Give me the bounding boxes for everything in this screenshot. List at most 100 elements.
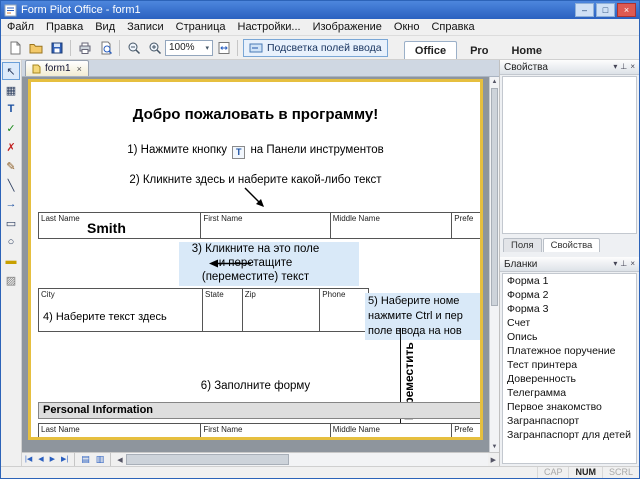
vertical-scrollbar[interactable]: ▲ ▼ bbox=[489, 77, 499, 452]
panel-close-icon[interactable]: × bbox=[630, 258, 635, 270]
state-field[interactable]: State bbox=[203, 289, 243, 331]
horizontal-scrollbar[interactable]: ◀ ▶ bbox=[114, 453, 499, 466]
phone-field[interactable]: Phone bbox=[320, 289, 368, 331]
blank-item-forma1[interactable]: Форма 1 bbox=[503, 274, 636, 288]
menu-bar: Файл Правка Вид Записи Страница Настройк… bbox=[1, 19, 639, 36]
save-icon[interactable] bbox=[46, 38, 67, 58]
prefix-field[interactable]: Prefe bbox=[452, 213, 483, 238]
zoom-out-icon[interactable] bbox=[123, 38, 144, 58]
panel-menu-icon[interactable]: ▾ bbox=[613, 258, 617, 270]
scroll-right-icon[interactable]: ▶ bbox=[488, 456, 499, 464]
tab-fields[interactable]: Поля bbox=[503, 238, 542, 252]
scroll-up-icon[interactable]: ▲ bbox=[490, 77, 499, 87]
print-preview-icon[interactable] bbox=[95, 38, 116, 58]
horizontal-scroll-track[interactable] bbox=[126, 453, 488, 466]
horizontal-scroll-thumb[interactable] bbox=[126, 454, 289, 465]
menu-settings[interactable]: Настройки... bbox=[232, 20, 307, 34]
last-name-field-2[interactable]: Last Name bbox=[39, 424, 201, 440]
num-lock-indicator: NUM bbox=[568, 467, 602, 478]
fit-page-icon[interactable] bbox=[213, 38, 234, 58]
menu-records[interactable]: Записи bbox=[121, 20, 170, 34]
middle-name-field[interactable]: Middle Name bbox=[331, 213, 452, 238]
pin-icon[interactable]: ⊥ bbox=[620, 258, 627, 270]
scroll-down-icon[interactable]: ▼ bbox=[490, 442, 499, 452]
blank-item-first-acquaintance[interactable]: Первое знакомство bbox=[503, 400, 636, 414]
pencil-tool[interactable]: ✎ bbox=[2, 157, 20, 175]
blank-item-passport[interactable]: Загранпаспорт bbox=[503, 414, 636, 428]
first-name-field[interactable]: First Name bbox=[201, 213, 330, 238]
title-bar: Form Pilot Office - form1 – □ × bbox=[1, 1, 639, 19]
new-record-button[interactable]: ▤ bbox=[78, 453, 93, 466]
tab-office[interactable]: Office bbox=[404, 41, 457, 59]
blank-item-power-of-attorney[interactable]: Доверенность bbox=[503, 372, 636, 386]
print-icon[interactable] bbox=[74, 38, 95, 58]
document-tab-label: form1 bbox=[45, 63, 71, 74]
city-field[interactable]: City 4) Наберите текст здесь bbox=[39, 289, 203, 331]
blank-item-forma2[interactable]: Форма 2 bbox=[503, 288, 636, 302]
document-tab-form1[interactable]: form1 × bbox=[25, 60, 89, 76]
menu-edit[interactable]: Правка bbox=[40, 20, 89, 34]
first-name-field-2[interactable]: First Name bbox=[201, 424, 330, 440]
menu-page[interactable]: Страница bbox=[170, 20, 232, 34]
previous-record-button[interactable]: ◀ bbox=[35, 453, 46, 466]
last-record-button[interactable]: ▶| bbox=[58, 453, 71, 466]
tab-pro[interactable]: Pro bbox=[460, 42, 498, 59]
typed-text-smith[interactable]: Smith bbox=[87, 220, 126, 236]
first-record-button[interactable]: |◀ bbox=[22, 453, 35, 466]
prefix-label: Prefe bbox=[452, 213, 483, 223]
edition-tabs: Office Pro Home bbox=[404, 36, 552, 59]
tab-properties[interactable]: Свойства bbox=[543, 238, 601, 252]
cross-stamp-tool[interactable]: ✗ bbox=[2, 138, 20, 156]
zoom-select[interactable]: 100% ▾ bbox=[165, 40, 213, 56]
arrow-tool[interactable]: → bbox=[2, 195, 20, 213]
vertical-scroll-thumb[interactable] bbox=[491, 88, 498, 306]
last-name-label-2: Last Name bbox=[39, 424, 200, 434]
document-icon bbox=[32, 64, 41, 74]
text-tool[interactable]: T bbox=[2, 100, 20, 118]
menu-window[interactable]: Окно bbox=[388, 20, 426, 34]
step5-line1: 5) Наберите номе bbox=[368, 294, 480, 309]
blanks-panel-title: Бланки bbox=[504, 259, 537, 270]
close-button[interactable]: × bbox=[617, 3, 636, 17]
blank-item-passport-children[interactable]: Загранпаспорт для детей bbox=[503, 428, 636, 442]
next-record-button[interactable]: ▶ bbox=[47, 453, 58, 466]
blank-item-telegram[interactable]: Телеграмма bbox=[503, 386, 636, 400]
blank-item-printer-test[interactable]: Тест принтера bbox=[503, 358, 636, 372]
last-name-field[interactable]: Last Name Smith bbox=[39, 213, 201, 238]
line-tool[interactable]: ╲ bbox=[2, 176, 20, 194]
blank-item-schet[interactable]: Счет bbox=[503, 316, 636, 330]
close-tab-icon[interactable]: × bbox=[77, 64, 82, 74]
highlight-fields-button[interactable]: Подсветка полей ввода bbox=[243, 39, 388, 57]
highlight-tool[interactable]: ▬ bbox=[2, 252, 20, 270]
zoom-in-icon[interactable] bbox=[144, 38, 165, 58]
menu-help[interactable]: Справка bbox=[425, 20, 480, 34]
highlight-fields-label: Подсветка полей ввода bbox=[267, 42, 382, 54]
menu-view[interactable]: Вид bbox=[89, 20, 121, 34]
maximize-button[interactable]: □ bbox=[596, 3, 615, 17]
ellipse-tool[interactable]: ○ bbox=[2, 233, 20, 251]
blank-item-payment-order[interactable]: Платежное поручение bbox=[503, 344, 636, 358]
scroll-left-icon[interactable]: ◀ bbox=[114, 456, 125, 464]
select-tool[interactable]: ↖ bbox=[2, 62, 20, 80]
menu-image[interactable]: Изображение bbox=[307, 20, 388, 34]
eraser-tool[interactable]: ▨ bbox=[2, 271, 20, 289]
image-tool[interactable]: ▦ bbox=[2, 81, 20, 99]
minimize-button[interactable]: – bbox=[575, 3, 594, 17]
blank-item-forma3[interactable]: Форма 3 bbox=[503, 302, 636, 316]
tab-home[interactable]: Home bbox=[501, 42, 552, 59]
menu-file[interactable]: Файл bbox=[1, 20, 40, 34]
check-stamp-tool[interactable]: ✓ bbox=[2, 119, 20, 137]
rectangle-tool[interactable]: ▭ bbox=[2, 214, 20, 232]
new-document-icon[interactable] bbox=[4, 38, 25, 58]
middle-name-field-2[interactable]: Middle Name bbox=[331, 424, 452, 440]
step4-text[interactable]: 4) Наберите текст здесь bbox=[43, 311, 167, 323]
zip-field[interactable]: Zip bbox=[243, 289, 321, 331]
pin-icon[interactable]: ⊥ bbox=[620, 61, 627, 73]
step1-text: 1) Нажмите кнопку T на Панели инструмент… bbox=[31, 144, 480, 159]
blank-item-opis[interactable]: Опись bbox=[503, 330, 636, 344]
delete-record-button[interactable]: ▥ bbox=[93, 453, 108, 466]
open-folder-icon[interactable] bbox=[25, 38, 46, 58]
panel-menu-icon[interactable]: ▾ bbox=[613, 61, 617, 73]
panel-close-icon[interactable]: × bbox=[630, 61, 635, 73]
prefix-field-2[interactable]: Prefe bbox=[452, 424, 483, 440]
